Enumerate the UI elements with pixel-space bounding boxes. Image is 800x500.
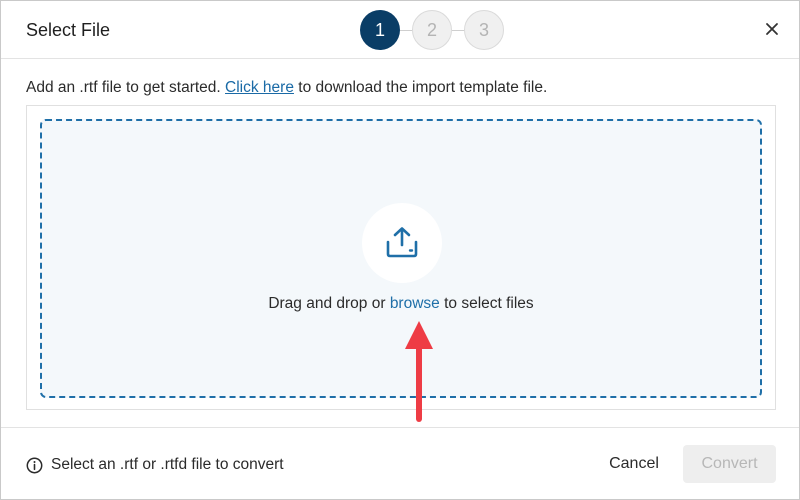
intro-text: Add an .rtf file to get started. Click h… <box>26 79 547 97</box>
browse-link[interactable]: browse <box>390 295 440 312</box>
dropzone-text-suffix: to select files <box>439 295 534 312</box>
progress-stepper: 1 2 3 <box>360 10 510 50</box>
upload-icon-circle <box>362 203 442 283</box>
step-3-label: 3 <box>478 19 489 40</box>
footer-hint: Select an .rtf or .rtfd file to convert <box>26 456 284 474</box>
dialog-footer: Select an .rtf or .rtfd file to convert … <box>1 427 799 499</box>
cancel-button[interactable]: Cancel <box>595 445 673 483</box>
info-icon <box>26 457 43 473</box>
footer-hint-text: Select an .rtf or .rtfd file to convert <box>51 456 284 473</box>
step-2: 2 <box>412 10 452 50</box>
dropzone-text: Drag and drop or browse to select files <box>42 295 760 313</box>
step-3: 3 <box>464 10 504 50</box>
step-1: 1 <box>360 10 400 50</box>
close-button[interactable] <box>762 19 782 39</box>
upload-icon <box>386 227 418 258</box>
file-dropzone[interactable]: Drag and drop or browse to select files <box>40 119 762 398</box>
intro-suffix: to download the import template file. <box>293 79 548 96</box>
close-icon <box>766 23 778 35</box>
intro-prefix: Add an .rtf file to get started. <box>26 79 226 96</box>
convert-button[interactable]: Convert <box>683 445 776 483</box>
step-1-label: 1 <box>374 19 385 40</box>
annotation-arrow-icon <box>405 321 433 422</box>
dropzone-text-prefix: Drag and drop or <box>268 295 390 312</box>
download-template-link[interactable]: Click here <box>225 79 294 96</box>
dialog-header: Select File 1 2 3 <box>1 1 799 59</box>
select-file-dialog: Select File 1 2 3 Add an .rtf file to ge… <box>0 0 800 500</box>
step-2-label: 2 <box>426 19 437 40</box>
dropzone-container: Drag and drop or browse to select files <box>26 105 776 410</box>
dialog-title: Select File <box>26 20 111 40</box>
